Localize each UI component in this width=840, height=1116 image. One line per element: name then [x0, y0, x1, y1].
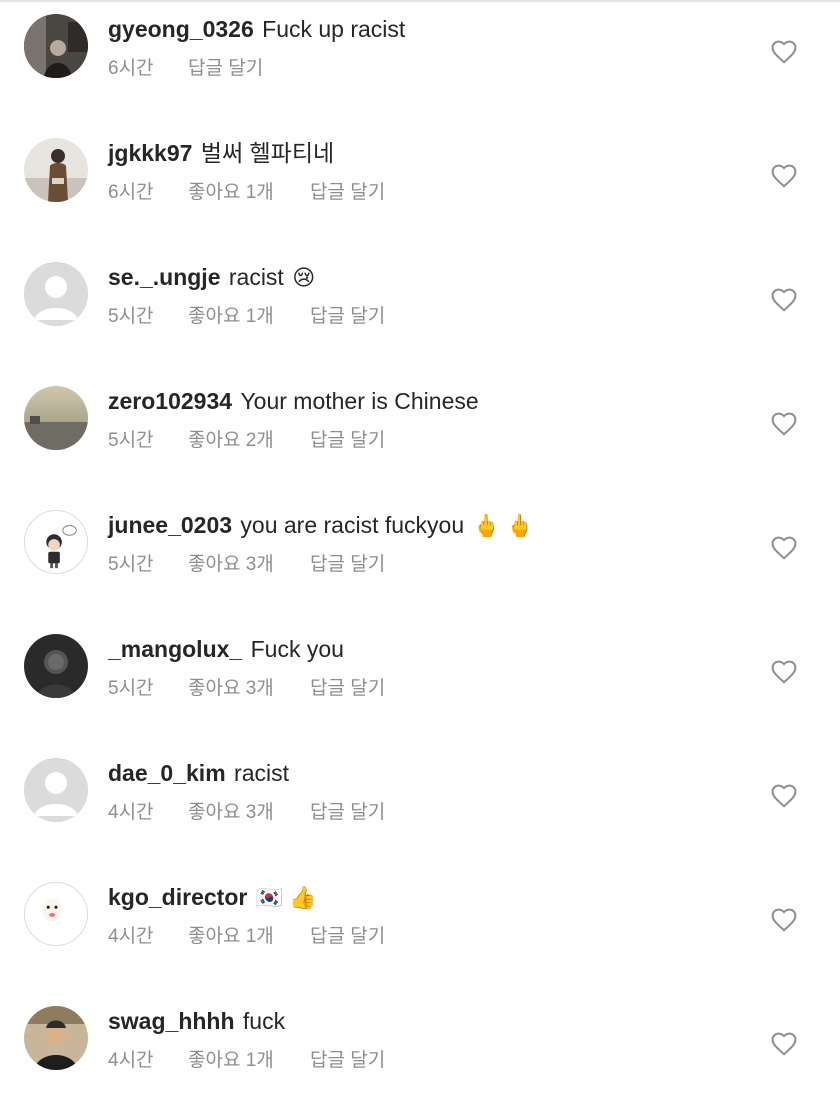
- comment-meta: 4시간 좋아요 1개 답글 달기: [108, 1048, 385, 1074]
- comment-text: fuck: [242, 1008, 286, 1034]
- comment-line: zero102934 Your mother is Chinese: [108, 386, 479, 416]
- comment-line: junee_0203 you are racist fuckyou 🖕 🖕: [108, 510, 533, 541]
- comment-emoji: 😢: [292, 265, 316, 290]
- reply-button[interactable]: 답글 달기: [310, 924, 385, 950]
- username-link[interactable]: kgo_director: [108, 884, 247, 910]
- likes-count-link[interactable]: 좋아요 2개: [188, 428, 310, 454]
- default-avatar-icon[interactable]: [24, 758, 88, 822]
- comment-list: gyeong_0326 Fuck up racist 6시간 답글 달기 jgkkk9…: [0, 0, 840, 1116]
- comment-time: 5시간: [108, 554, 154, 575]
- username-link[interactable]: gyeong_0326: [108, 16, 254, 42]
- comment-item: _mangolux_ Fuck you 5시간 좋아요 3개 답글 달기: [0, 620, 840, 744]
- heart-outline-icon[interactable]: [771, 412, 797, 436]
- username-link[interactable]: se._.ungje: [108, 264, 220, 290]
- comment-line: gyeong_0326 Fuck up racist: [108, 14, 405, 44]
- comment-line: dae_0_kim racist: [108, 758, 289, 788]
- comment-line: jgkkk97 벌써 헬파티네: [108, 138, 334, 168]
- avatar[interactable]: [24, 634, 88, 698]
- comment-item: se._.ungje racist 😢 5시간 좋아요 1개 답글 달기: [0, 248, 840, 372]
- comment-meta: 5시간 좋아요 3개 답글 달기: [108, 676, 385, 702]
- comment-item: swag_hhhh fuck 4시간 좋아요 1개 답글 달기: [0, 992, 840, 1116]
- comment-text: racist: [228, 264, 284, 290]
- comment-item: junee_0203 you are racist fuckyou 🖕 🖕 5시간…: [0, 496, 840, 620]
- avatar[interactable]: [24, 882, 88, 946]
- username-link[interactable]: swag_hhhh: [108, 1008, 235, 1034]
- comment-time: 5시간: [108, 430, 154, 451]
- username-link[interactable]: _mangolux_: [108, 636, 242, 662]
- avatar[interactable]: [24, 386, 88, 450]
- heart-outline-icon[interactable]: [771, 164, 797, 188]
- comment-meta: 4시간 좋아요 1개 답글 달기: [108, 924, 385, 950]
- reply-button[interactable]: 답글 달기: [310, 676, 385, 702]
- reply-button[interactable]: 답글 달기: [310, 1048, 385, 1074]
- reply-button[interactable]: 답글 달기: [188, 56, 263, 82]
- heart-outline-icon[interactable]: [771, 536, 797, 560]
- comment-time: 5시간: [108, 306, 154, 327]
- username-link[interactable]: jgkkk97: [108, 140, 192, 166]
- username-link[interactable]: zero102934: [108, 388, 232, 414]
- likes-count-link[interactable]: 좋아요 1개: [188, 304, 310, 330]
- avatar[interactable]: [24, 14, 88, 78]
- comment-emoji: 🖕 🖕: [472, 513, 534, 538]
- comment-meta: 6시간 답글 달기: [108, 56, 263, 82]
- heart-outline-icon[interactable]: [771, 288, 797, 312]
- comment-line: kgo_director 🇰🇷 👍: [108, 882, 317, 913]
- comment-meta: 5시간 좋아요 2개 답글 달기: [108, 428, 385, 454]
- comment-text: racist: [234, 760, 289, 786]
- comment-emoji: 🇰🇷 👍: [255, 885, 317, 910]
- heart-outline-icon[interactable]: [771, 908, 797, 932]
- comment-item: kgo_director 🇰🇷 👍 4시간 좋아요 1개 답글 달기: [0, 868, 840, 992]
- comment-time: 6시간: [108, 58, 154, 79]
- heart-outline-icon[interactable]: [771, 40, 797, 64]
- likes-count-link[interactable]: 좋아요 3개: [188, 800, 310, 826]
- comment-time: 4시간: [108, 1050, 154, 1071]
- heart-outline-icon[interactable]: [771, 784, 797, 808]
- comment-line: _mangolux_ Fuck you: [108, 634, 344, 664]
- comment-time: 4시간: [108, 802, 154, 823]
- avatar[interactable]: [24, 510, 88, 574]
- avatar[interactable]: [24, 1006, 88, 1070]
- heart-outline-icon[interactable]: [771, 660, 797, 684]
- avatar[interactable]: [24, 138, 88, 202]
- likes-count-link[interactable]: 좋아요 1개: [188, 1048, 310, 1074]
- reply-button[interactable]: 답글 달기: [310, 552, 385, 578]
- comment-time: 5시간: [108, 678, 154, 699]
- default-avatar-icon[interactable]: [24, 262, 88, 326]
- comment-text: Fuck you: [250, 636, 344, 662]
- likes-count-link[interactable]: 좋아요 3개: [188, 552, 310, 578]
- comment-time: 6시간: [108, 182, 154, 203]
- comment-time: 4시간: [108, 926, 154, 947]
- comment-meta: 5시간 좋아요 3개 답글 달기: [108, 552, 385, 578]
- reply-button[interactable]: 답글 달기: [310, 304, 385, 330]
- reply-button[interactable]: 답글 달기: [310, 180, 385, 206]
- comment-item: jgkkk97 벌써 헬파티네 6시간 좋아요 1개 답글 달기: [0, 124, 840, 248]
- username-link[interactable]: dae_0_kim: [108, 760, 226, 786]
- comment-line: swag_hhhh fuck: [108, 1006, 285, 1036]
- comment-item: gyeong_0326 Fuck up racist 6시간 답글 달기: [0, 0, 840, 124]
- comment-meta: 5시간 좋아요 1개 답글 달기: [108, 304, 385, 330]
- likes-count-link[interactable]: 좋아요 1개: [188, 924, 310, 950]
- reply-button[interactable]: 답글 달기: [310, 800, 385, 826]
- comment-item: zero102934 Your mother is Chinese 5시간 좋아요 …: [0, 372, 840, 496]
- comment-meta: 6시간 좋아요 1개 답글 달기: [108, 180, 385, 206]
- username-link[interactable]: junee_0203: [108, 512, 232, 538]
- comment-text: 벌써 헬파티네: [200, 140, 335, 166]
- comment-line: se._.ungje racist 😢: [108, 262, 315, 293]
- likes-count-link[interactable]: 좋아요 3개: [188, 676, 310, 702]
- heart-outline-icon[interactable]: [771, 1032, 797, 1056]
- comment-meta: 4시간 좋아요 3개 답글 달기: [108, 800, 385, 826]
- comment-text: Your mother is Chinese: [240, 388, 479, 414]
- comment-item: dae_0_kim racist 4시간 좋아요 3개 답글 달기: [0, 744, 840, 868]
- likes-count-link[interactable]: 좋아요 1개: [188, 180, 310, 206]
- comment-text: you are racist fuckyou: [240, 512, 465, 538]
- comment-text: Fuck up racist: [262, 16, 406, 42]
- reply-button[interactable]: 답글 달기: [310, 428, 385, 454]
